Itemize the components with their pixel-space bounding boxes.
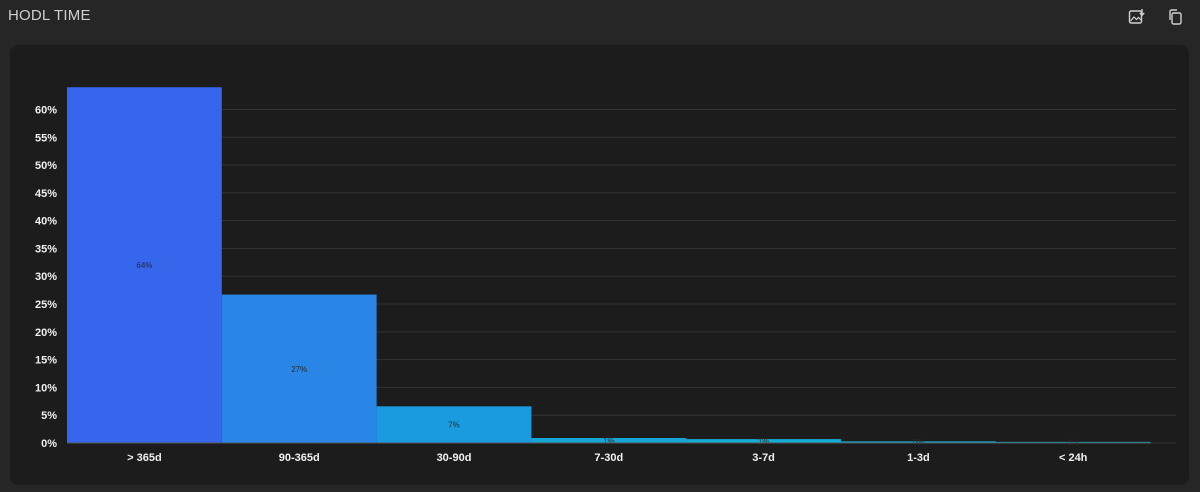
data-label: 1% xyxy=(603,436,615,445)
image-download-icon[interactable] xyxy=(1126,6,1148,28)
y-tick-label: 55% xyxy=(35,132,57,144)
x-tick-label: 7-30d xyxy=(594,452,623,464)
y-tick-label: 30% xyxy=(35,271,57,283)
y-tick-label: 50% xyxy=(35,160,57,172)
chart-title: HODL TIME xyxy=(8,7,91,24)
y-tick-label: 20% xyxy=(35,327,57,339)
data-label: 7% xyxy=(448,421,460,430)
x-tick-label: 1-3d xyxy=(907,452,930,464)
data-label: 64% xyxy=(136,261,152,270)
bar-chart: 0% 5% 10% 15% 20% 25% 30% 35% 40% 45% 50% 55% 60% 64%… xyxy=(35,87,1176,464)
copy-icon[interactable] xyxy=(1164,6,1186,28)
y-tick-label: 25% xyxy=(35,299,57,311)
x-tick-label: 3-7d xyxy=(752,452,775,464)
y-tick-label: 15% xyxy=(35,355,57,367)
y-tick-label: 60% xyxy=(35,104,57,116)
y-tick-label: 10% xyxy=(35,382,57,394)
x-tick-label: > 365d xyxy=(127,452,162,464)
x-tick-label: < 24h xyxy=(1059,452,1088,464)
data-label: 1% xyxy=(758,437,770,446)
y-tick-label: 35% xyxy=(35,243,57,255)
y-tick-label: 45% xyxy=(35,188,57,200)
data-label: 27% xyxy=(291,365,307,374)
x-tick-label: 30-90d xyxy=(437,452,472,464)
chart-panel: 0% 5% 10% 15% 20% 25% 30% 35% 40% 45% 50% 55% 60% 64%… xyxy=(10,45,1189,485)
x-tick-label: 90-365d xyxy=(279,452,320,464)
y-tick-label: 0% xyxy=(41,438,57,450)
y-tick-label: 40% xyxy=(35,216,57,228)
chart-header: HODL TIME xyxy=(0,0,1200,36)
y-tick-label: 5% xyxy=(41,410,57,422)
